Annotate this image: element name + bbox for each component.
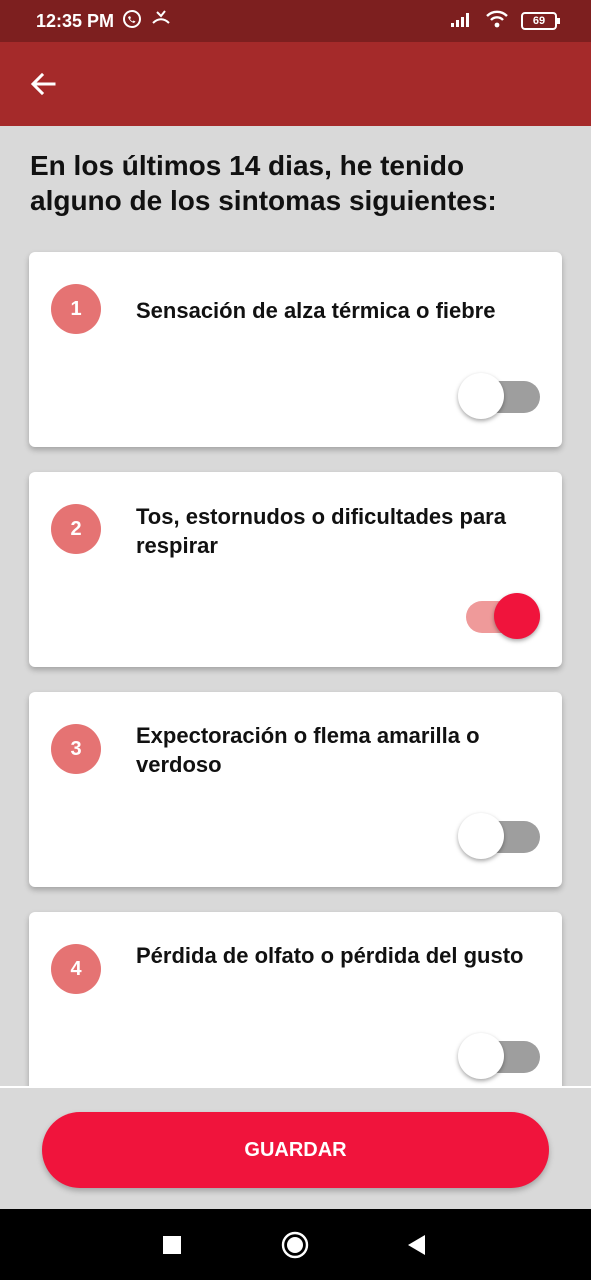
square-icon xyxy=(163,1235,181,1254)
status-left: 12:35 PM xyxy=(36,9,172,34)
wifi-icon xyxy=(485,10,509,33)
home-button[interactable] xyxy=(265,1209,325,1280)
symptom-toggle-1[interactable] xyxy=(458,365,540,419)
status-right: 69 xyxy=(451,10,560,33)
toggle-thumb xyxy=(458,813,504,859)
save-button[interactable]: GUARDAR xyxy=(42,1112,549,1188)
symptom-number: 1 xyxy=(51,284,101,334)
symptom-card-1: 1 Sensación de alza térmica o fiebre xyxy=(29,252,562,447)
page-question: En los últimos 14 dias, he tenido alguno… xyxy=(30,150,497,216)
symptom-card-4: 4 Pérdida de olfato o pérdida del gusto xyxy=(29,912,562,1086)
toggle-thumb xyxy=(458,373,504,419)
symptom-number: 4 xyxy=(51,944,101,994)
symptom-card-2: 2 Tos, estornudos o dificultades para re… xyxy=(29,472,562,667)
signal-icon xyxy=(451,11,473,32)
app-bar xyxy=(0,42,591,126)
symptom-label: Sensación de alza térmica o fiebre xyxy=(136,298,496,323)
triangle-back-icon xyxy=(408,1234,425,1255)
symptom-toggle-2[interactable] xyxy=(458,585,540,639)
symptom-number: 3 xyxy=(51,724,101,774)
symptom-label: Pérdida de olfato o pérdida del gusto xyxy=(136,943,524,968)
battery-level: 69 xyxy=(532,15,546,27)
status-time: 12:35 PM xyxy=(36,10,115,31)
symptom-card-3: 3 Expectoración o flema amarilla o verdo… xyxy=(29,692,562,887)
toggle-thumb xyxy=(494,593,540,639)
back-button[interactable] xyxy=(28,69,58,99)
symptom-label: Expectoración o flema amarilla o verdoso xyxy=(136,723,480,777)
system-nav-bar xyxy=(0,1209,591,1280)
whatsapp-icon xyxy=(122,9,142,34)
battery-icon: 69 xyxy=(521,12,560,30)
status-bar: 12:35 PM 69 xyxy=(0,0,591,42)
bottom-action-area: GUARDAR xyxy=(0,1086,591,1209)
symptom-number: 2 xyxy=(51,504,101,554)
toggle-thumb xyxy=(458,1033,504,1079)
missed-call-icon xyxy=(150,9,172,34)
symptom-label: Tos, estornudos o dificultades para resp… xyxy=(136,504,506,558)
recents-button[interactable] xyxy=(142,1209,202,1280)
arrow-back-icon xyxy=(30,72,56,96)
symptom-toggle-3[interactable] xyxy=(458,805,540,859)
symptom-list[interactable]: En los últimos 14 dias, he tenido alguno… xyxy=(0,126,591,1086)
circle-icon xyxy=(281,1231,309,1258)
symptom-toggle-4[interactable] xyxy=(458,1025,540,1079)
back-nav-button[interactable] xyxy=(386,1209,446,1280)
